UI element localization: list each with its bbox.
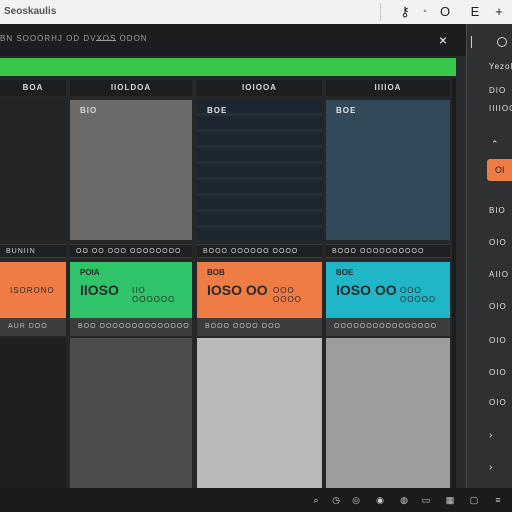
key-icon[interactable]: ⚷ — [396, 4, 414, 20]
toolbar-separator — [380, 3, 381, 21]
card-tag: BOE — [336, 268, 354, 277]
swatch-tag: BIO — [80, 106, 98, 115]
column-header-1[interactable]: BOA — [0, 80, 66, 96]
square-icon[interactable]: ▢ — [468, 494, 480, 506]
swatch-tile-1[interactable] — [0, 100, 66, 240]
breadcrumb: BN SOOORHJ OD DVXOS ODON — [0, 34, 148, 43]
color-card-3[interactable]: BOB IOSO OO OOO OOOO — [197, 262, 322, 318]
sidebar-item[interactable]: DIO — [489, 86, 506, 95]
chevron-right-icon[interactable]: › — [489, 430, 493, 441]
close-icon[interactable]: × — [434, 31, 452, 49]
column-header-2[interactable]: IIOLDOA — [70, 80, 192, 96]
circle-button[interactable]: O — [436, 4, 454, 20]
toolbar-dot-icon: ◦ — [423, 6, 427, 17]
swatch-tag: BOE — [336, 106, 357, 115]
swatch-tag: BOE — [207, 106, 228, 115]
card-caption: OOO OOOOO — [400, 286, 437, 304]
panel-scrollbar[interactable] — [452, 78, 456, 488]
app-title: Seoskaulis — [4, 6, 57, 17]
edit-button[interactable]: E — [466, 4, 484, 20]
card-caption: IIO OOOOOO — [132, 286, 176, 304]
add-button[interactable]: + — [490, 4, 508, 20]
sidebar-item[interactable]: OIO — [489, 368, 507, 377]
grid-icon[interactable]: ▦ — [444, 494, 456, 506]
swatch-label-4: BOOO OOOOOOOOOO — [326, 244, 450, 258]
color-card-1[interactable]: ISORONO — [0, 262, 66, 318]
swatch-tile-6[interactable] — [70, 338, 192, 488]
swatch-tile-3[interactable]: BOE — [197, 100, 322, 240]
green-status-bar — [0, 58, 456, 76]
right-sidebar: Yezol DIO IIIIOOC ⌃ OI BIO OIO AIIO OIO … — [466, 24, 512, 488]
card-footer-1: AUR DOO — [0, 318, 66, 336]
chevron-up-icon[interactable]: ⌃ — [491, 139, 499, 150]
sidebar-item[interactable]: AIIO — [489, 270, 509, 279]
card-tag: BOB — [207, 268, 225, 277]
swatch-tile-8[interactable] — [326, 338, 450, 488]
top-toolbar: Seoskaulis ⚷ ◦ O E + — [0, 0, 512, 24]
sidebar-circle-icon[interactable] — [497, 37, 507, 47]
card-footer-2: BOO OOOOOOOOOOOOOO — [70, 318, 192, 336]
sidebar-item[interactable]: OIO — [489, 398, 507, 407]
card-footer-4: OOOOOOOOOOOOOOOO — [326, 318, 450, 336]
swatch-tile-5[interactable] — [0, 338, 66, 488]
column-header-3[interactable]: IOIOOA — [197, 80, 322, 96]
sidebar-item[interactable]: OIO — [489, 238, 507, 247]
swatch-tile-4[interactable]: BOE — [326, 100, 450, 240]
sidebar-title: Yezol — [489, 62, 512, 71]
power-icon[interactable]: ◍ — [398, 494, 410, 506]
clock-icon[interactable]: ◷ — [330, 494, 342, 506]
card-value: IIOSO — [80, 282, 119, 298]
sidebar-item[interactable]: OIO — [489, 302, 507, 311]
paperclip-icon[interactable]: ⌕ — [310, 494, 322, 506]
menu-icon[interactable]: ≡ — [492, 494, 504, 506]
swatch-label-3: BOOO OOOOOO OOOO — [197, 244, 322, 258]
sidebar-item[interactable]: OIO — [489, 336, 507, 345]
header-strip: BN SOOORHJ OD DVXOS ODON × — [0, 24, 512, 56]
color-card-2[interactable]: POIA IIOSO IIO OOOOOO — [70, 262, 192, 318]
chevron-right-icon[interactable]: › — [489, 462, 493, 473]
color-card-4[interactable]: BOE IOSO OO OOO OOOOO — [326, 262, 450, 318]
sidebar-item[interactable]: BIO — [489, 206, 506, 215]
card-footer-3: BOOO OOOO OOO — [197, 318, 322, 336]
swatch-label-1: BUNIIN — [0, 244, 66, 258]
sidebar-active-item[interactable]: OI — [487, 159, 512, 181]
swatch-tile-2[interactable]: BIO — [70, 100, 192, 240]
card-tag: POIA — [80, 268, 100, 277]
breadcrumb-underline — [96, 40, 116, 41]
sidebar-divider — [471, 36, 472, 48]
main-panel: BOA IIOLDOA IOIOOA IIIIOA BIO BOE BOE BU… — [0, 56, 456, 488]
card-value: IOSO OO — [336, 282, 397, 298]
window-icon[interactable]: ▭ — [420, 494, 432, 506]
swatch-tile-7[interactable] — [197, 338, 322, 488]
circle-icon[interactable]: ◎ — [350, 494, 362, 506]
globe-icon[interactable]: ◉ — [374, 494, 386, 506]
swatch-label-2: OO OO OOO OOOOOOOO — [70, 244, 192, 258]
bottom-taskbar: ⌕ ◷ ◎ ◉ ◍ ▭ ▦ ▢ ≡ — [0, 488, 512, 512]
card-value: IOSO OO — [207, 282, 268, 298]
sidebar-item[interactable]: IIIIOOC — [489, 104, 512, 113]
card-caption: ISORONO — [10, 286, 55, 295]
column-header-4[interactable]: IIIIOA — [326, 80, 450, 96]
card-caption: OOO OOOO — [273, 286, 302, 304]
